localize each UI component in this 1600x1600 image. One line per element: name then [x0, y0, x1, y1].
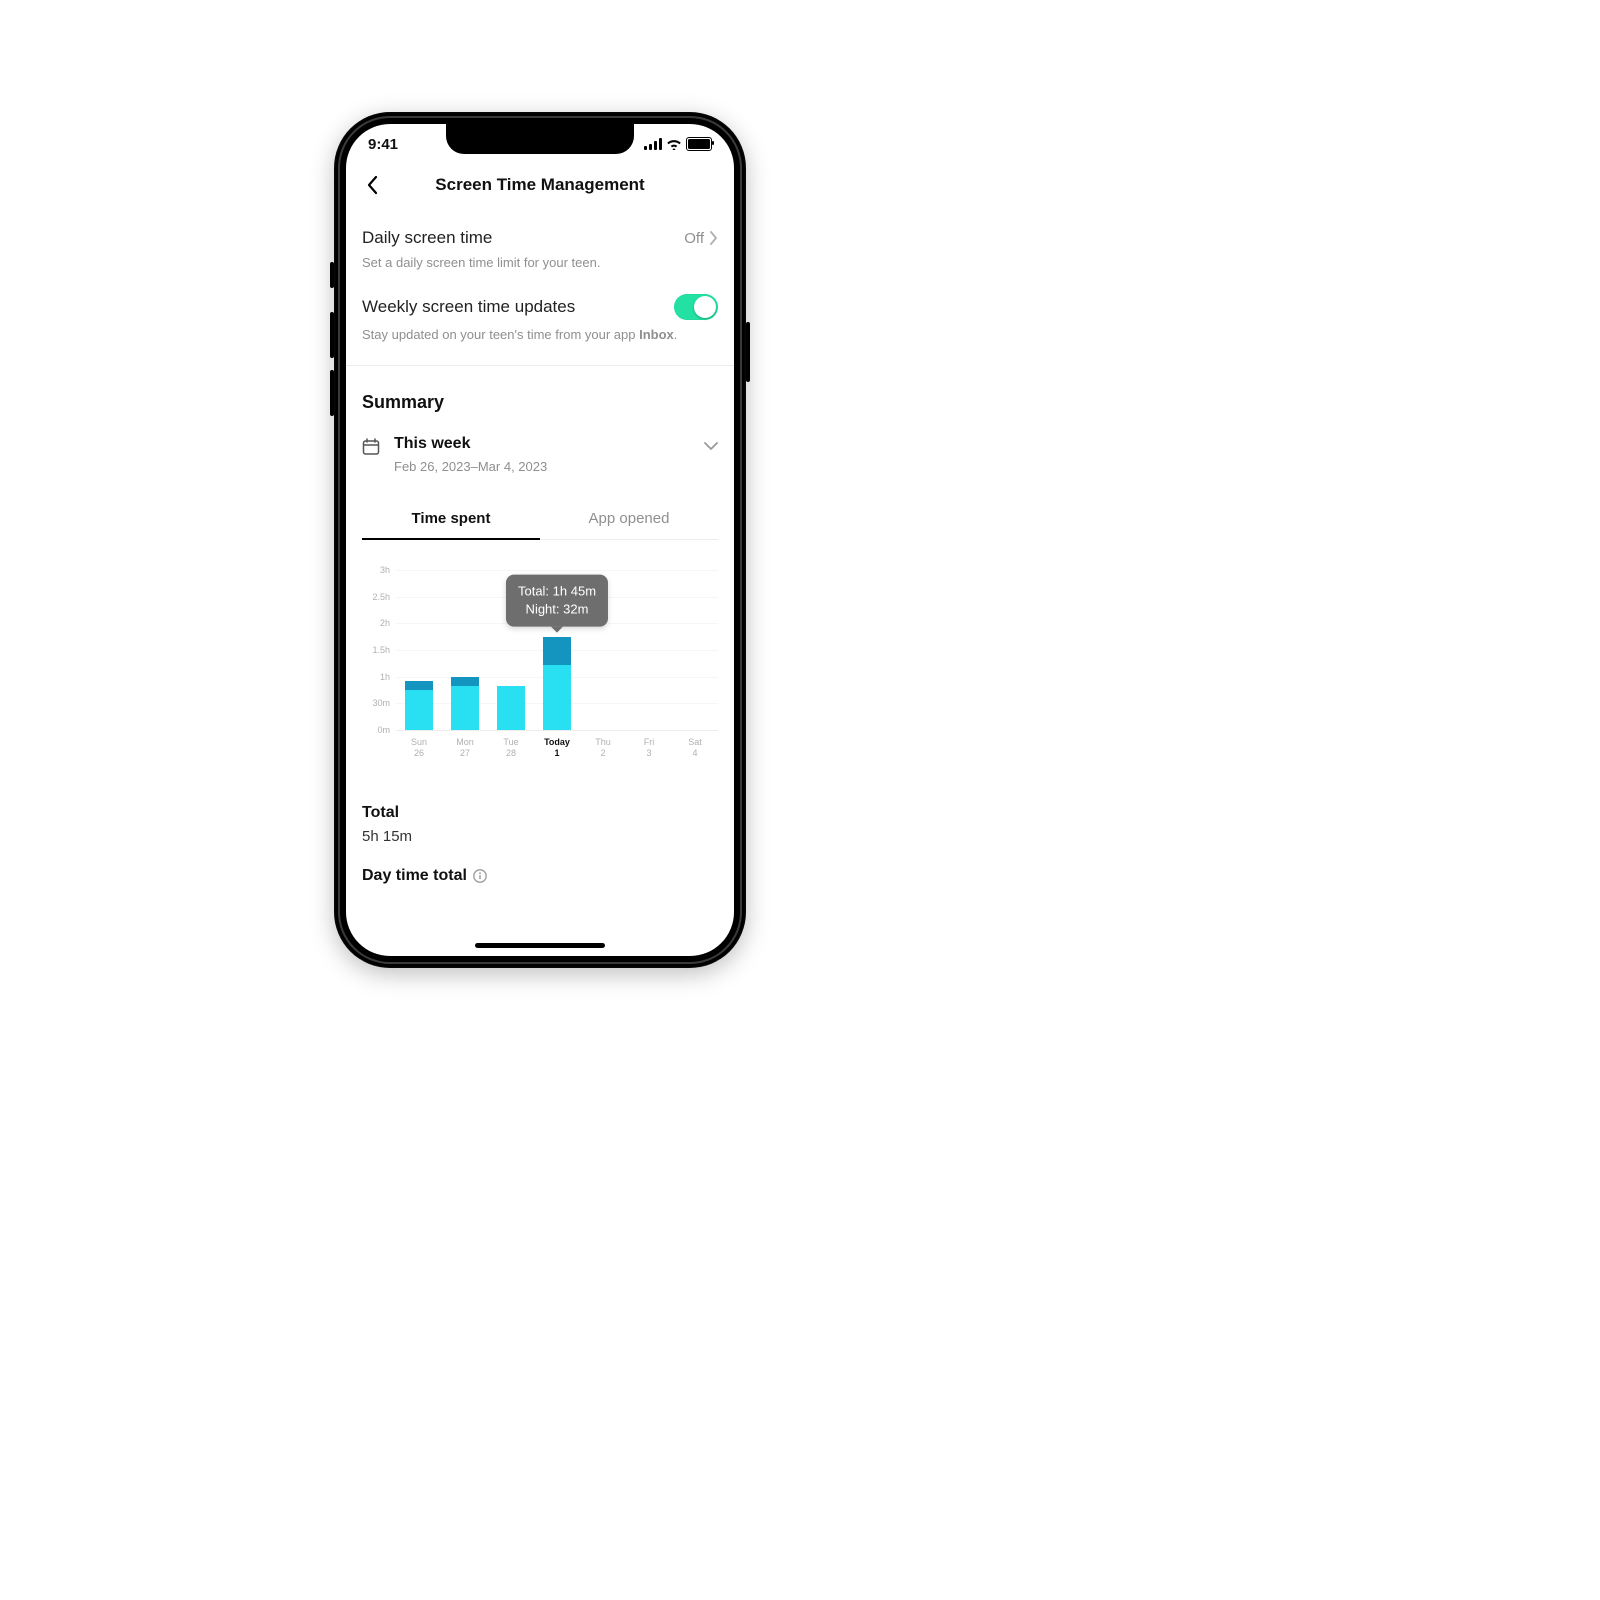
- x-tick: Fri3: [626, 737, 672, 760]
- weekly-updates-row: Weekly screen time updates Stay updated …: [362, 272, 718, 344]
- battery-icon: [686, 137, 712, 151]
- nav-header: Screen Time Management: [346, 164, 734, 206]
- page-title: Screen Time Management: [435, 175, 644, 195]
- totals-section: Total 5h 15m Day time total: [362, 804, 718, 885]
- time-spent-chart: 0m30m1h1.5h2h2.5h3hTotal: 1h 45mNight: 3…: [362, 570, 718, 768]
- tab-app-opened[interactable]: App opened: [540, 500, 718, 539]
- back-button[interactable]: [354, 167, 390, 203]
- total-label: Total: [362, 804, 718, 822]
- x-tick: Sat4: [672, 737, 718, 760]
- cellular-icon: [644, 138, 662, 150]
- phone-frame: 9:41 Screen Time Management: [334, 112, 746, 968]
- bar-fri[interactable]: [626, 570, 672, 730]
- screen: 9:41 Screen Time Management: [346, 124, 734, 956]
- day-total-label: Day time total: [362, 867, 467, 885]
- chevron-down-icon: [704, 438, 718, 456]
- y-tick: 1.5h: [372, 645, 396, 655]
- weekly-subtitle: Stay updated on your teen's time from yo…: [362, 326, 718, 344]
- calendar-icon: [362, 438, 380, 456]
- weekly-title: Weekly screen time updates: [362, 297, 575, 317]
- status-time: 9:41: [368, 136, 398, 153]
- wifi-icon: [666, 138, 682, 150]
- bar-mon[interactable]: [442, 570, 488, 730]
- home-indicator[interactable]: [475, 943, 605, 948]
- y-tick: 3h: [380, 565, 396, 575]
- daily-title: Daily screen time: [362, 228, 492, 248]
- week-range: Feb 26, 2023–Mar 4, 2023: [394, 459, 690, 474]
- week-label: This week: [394, 435, 690, 453]
- y-tick: 2h: [380, 618, 396, 628]
- summary-heading: Summary: [362, 392, 718, 413]
- x-tick: Sun26: [396, 737, 442, 760]
- y-tick: 0m: [377, 725, 396, 735]
- y-tick: 30m: [372, 698, 396, 708]
- chart-tooltip: Total: 1h 45mNight: 32m: [506, 574, 608, 626]
- y-tick: 2.5h: [372, 592, 396, 602]
- x-tick: Tue28: [488, 737, 534, 760]
- notch: [446, 124, 634, 154]
- total-value: 5h 15m: [362, 828, 718, 845]
- daily-value: Off: [684, 230, 704, 247]
- bar-sat[interactable]: [672, 570, 718, 730]
- daily-subtitle: Set a daily screen time limit for your t…: [362, 254, 718, 272]
- weekly-toggle[interactable]: [674, 294, 718, 320]
- tab-time-spent[interactable]: Time spent: [362, 500, 540, 539]
- x-tick: Today1: [534, 737, 580, 760]
- daily-screen-time-row[interactable]: Daily screen time Off Set a daily screen…: [362, 206, 718, 272]
- divider: [346, 365, 734, 366]
- summary-tabs: Time spent App opened: [362, 500, 718, 540]
- chevron-right-icon: [710, 231, 718, 245]
- week-selector[interactable]: This week Feb 26, 2023–Mar 4, 2023: [362, 435, 718, 474]
- x-tick: Mon27: [442, 737, 488, 760]
- info-icon[interactable]: [473, 869, 487, 883]
- bar-sun[interactable]: [396, 570, 442, 730]
- x-tick: Thu2: [580, 737, 626, 760]
- y-tick: 1h: [380, 672, 396, 682]
